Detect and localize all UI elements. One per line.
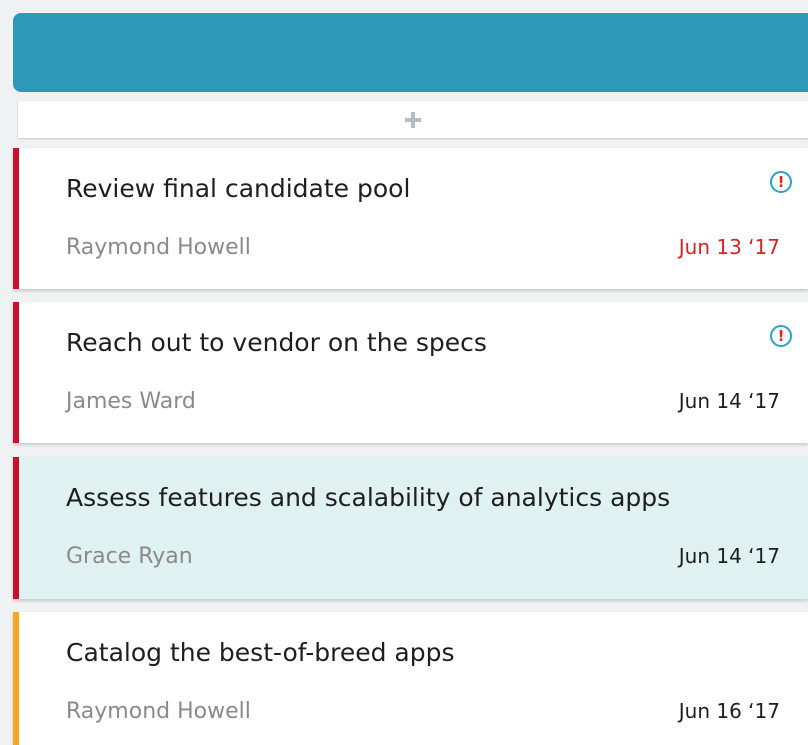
priority-stripe [13,302,19,443]
task-card[interactable]: Review final candidate pool ! Raymond Ho… [13,148,808,289]
task-card[interactable]: Assess features and scalability of analy… [13,457,808,599]
plus-icon [405,111,421,128]
task-card[interactable]: Reach out to vendor on the specs ! James… [13,302,808,443]
add-card-button[interactable] [18,101,808,138]
column-header[interactable] [13,13,808,92]
task-card[interactable]: Catalog the best-of-breed apps Raymond H… [13,612,808,745]
task-title: Assess features and scalability of analy… [66,483,671,512]
priority-stripe [13,148,19,289]
task-assignee: James Ward [66,389,196,414]
task-title: Reach out to vendor on the specs [66,328,487,357]
kanban-column: Review final candidate pool ! Raymond Ho… [0,0,808,745]
task-title: Catalog the best-of-breed apps [66,638,455,667]
task-due-date: Jun 16 ‘17 [678,699,780,723]
priority-stripe [13,612,19,745]
task-due-date: Jun 13 ‘17 [678,235,780,259]
task-due-date: Jun 14 ‘17 [678,544,780,568]
task-assignee: Raymond Howell [66,699,251,724]
task-assignee: Grace Ryan [66,544,193,569]
task-title: Review final candidate pool [66,174,411,203]
task-assignee: Raymond Howell [66,235,251,260]
task-due-date: Jun 14 ‘17 [678,389,780,413]
high-priority-icon: ! [770,325,792,347]
high-priority-icon: ! [770,171,792,193]
priority-stripe [13,457,19,599]
